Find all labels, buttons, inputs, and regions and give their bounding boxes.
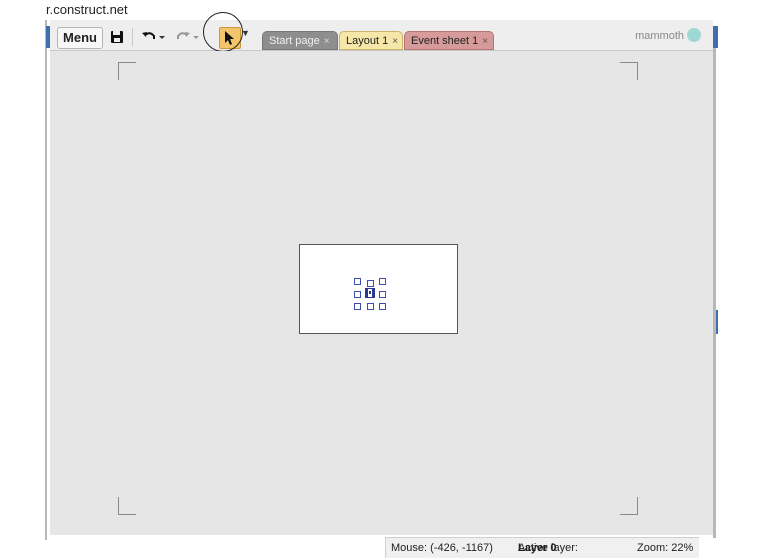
close-icon[interactable]: × bbox=[324, 36, 330, 47]
selection-handle[interactable] bbox=[367, 280, 374, 287]
undo-dropdown-icon[interactable] bbox=[158, 28, 166, 46]
undo-icon[interactable] bbox=[140, 28, 158, 46]
selection-handle[interactable] bbox=[379, 291, 386, 298]
margin-corner-bottom-right bbox=[620, 497, 638, 515]
tab-event-sheet-1[interactable]: Event sheet 1 × bbox=[404, 31, 494, 50]
username: mammoth bbox=[635, 29, 684, 42]
tab-layout-1[interactable]: Layout 1 × bbox=[339, 31, 403, 50]
selected-sprite-object[interactable] bbox=[365, 288, 375, 298]
redo-icon[interactable] bbox=[174, 28, 192, 46]
window-right-edge bbox=[713, 48, 716, 538]
close-icon[interactable]: × bbox=[392, 36, 398, 47]
construct-editor: Menu ▼ Start page × Layout 1 × Event she… bbox=[50, 12, 713, 558]
sprite-object-icon bbox=[368, 289, 372, 297]
browser-url: r.construct.net bbox=[46, 2, 128, 17]
status-bar: Mouse: (-426, -1167) Active layer: Layer… bbox=[385, 537, 699, 558]
tab-start-page[interactable]: Start page × bbox=[262, 31, 338, 50]
selection-handle[interactable] bbox=[367, 303, 374, 310]
active-layer[interactable]: Active layer: Layer 0 bbox=[518, 538, 578, 558]
user-account[interactable]: mammoth bbox=[635, 28, 701, 43]
menu-button[interactable]: Menu bbox=[57, 27, 103, 49]
margin-corner-bottom-left bbox=[118, 497, 136, 515]
save-icon[interactable] bbox=[108, 28, 126, 46]
toolbar-divider bbox=[132, 28, 133, 46]
active-layer-label: Active layer: bbox=[518, 542, 578, 554]
side-accent-right-top bbox=[713, 26, 718, 48]
close-icon[interactable]: × bbox=[482, 36, 488, 47]
selection-handle[interactable] bbox=[379, 278, 386, 285]
click-highlight-circle bbox=[203, 12, 243, 52]
selection-handle[interactable] bbox=[354, 278, 361, 285]
redo-dropdown-icon[interactable] bbox=[192, 28, 200, 46]
selection-handle[interactable] bbox=[379, 303, 386, 310]
avatar bbox=[687, 28, 701, 42]
layout-view-canvas[interactable]: Mouse: (-426, -1167) Active layer: Layer… bbox=[50, 51, 713, 558]
margin-corner-top-right bbox=[620, 62, 638, 80]
selection-handle[interactable] bbox=[354, 291, 361, 298]
main-toolbar: Menu ▼ Start page × Layout 1 × Event she… bbox=[50, 12, 713, 52]
zoom-level: Zoom: 22% bbox=[637, 542, 694, 554]
layout-area[interactable] bbox=[299, 244, 458, 334]
tab-label: Event sheet 1 bbox=[411, 35, 479, 47]
tab-label: Start page bbox=[269, 35, 320, 47]
margin-corner-top-left bbox=[118, 62, 136, 80]
mouse-position: Mouse: (-426, -1167) bbox=[391, 542, 493, 554]
selection-handle[interactable] bbox=[354, 303, 361, 310]
tab-label: Layout 1 bbox=[346, 35, 389, 47]
window-left-edge bbox=[45, 20, 47, 540]
